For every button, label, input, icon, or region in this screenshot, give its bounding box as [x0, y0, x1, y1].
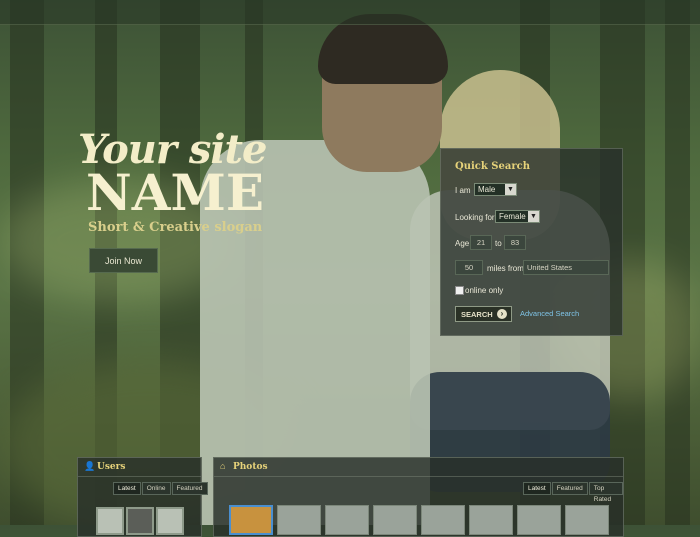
arrow-right-circle-icon: › [497, 309, 507, 319]
online-only-label: online only [465, 286, 504, 295]
i-am-value: Male [478, 185, 496, 194]
quick-search-panel: Quick Search I am Male ▼ Looking for Fem… [440, 148, 623, 336]
user-icon: 👤 [84, 461, 96, 471]
miles-from-label: miles from [487, 264, 524, 273]
i-am-select[interactable]: Male ▼ [474, 183, 517, 196]
site-name: NAME [86, 163, 264, 222]
online-only-checkbox[interactable] [455, 286, 464, 295]
photo-thumbnail[interactable] [229, 505, 273, 535]
search-button[interactable]: SEARCH › [455, 306, 512, 322]
looking-for-label: Looking for [455, 213, 495, 222]
home-icon: ⌂ [220, 461, 226, 471]
photos-tab-featured[interactable]: Featured [551, 482, 588, 495]
users-tab-latest[interactable]: Latest [113, 482, 141, 495]
looking-for-value: Female [499, 212, 526, 221]
user-thumbnail[interactable] [126, 507, 154, 535]
users-tab-featured[interactable]: Featured [171, 482, 208, 495]
age-to-input[interactable]: 83 [504, 235, 526, 250]
age-from-input[interactable]: 21 [470, 235, 492, 250]
photos-tab-latest[interactable]: Latest [523, 482, 551, 495]
search-button-label: SEARCH [461, 310, 493, 319]
advanced-search-link[interactable]: Advanced Search [520, 309, 579, 318]
photos-panel-title: Photos [233, 462, 268, 472]
chevron-down-icon: ▼ [505, 184, 516, 195]
users-tabs: Latest Online Featured [113, 482, 208, 495]
photo-thumbnail[interactable] [565, 505, 609, 535]
chevron-down-icon: ▼ [528, 211, 539, 222]
photos-panel: ⌂ Photos Latest Featured Top Rated [213, 457, 624, 537]
photos-tabs: Latest Featured Top Rated [523, 482, 623, 503]
miles-input[interactable]: 50 [455, 260, 483, 275]
user-thumbnail[interactable] [96, 507, 124, 535]
quick-search-title: Quick Search [455, 161, 530, 172]
country-input[interactable]: United States [523, 260, 609, 275]
photo-thumbnail[interactable] [325, 505, 369, 535]
users-panel-title: Users [97, 462, 126, 472]
age-label: Age [455, 239, 470, 248]
looking-for-select[interactable]: Female ▼ [495, 210, 540, 223]
photos-tab-top-rated[interactable]: Top Rated [588, 482, 623, 503]
users-panel-header: 👤 Users [78, 458, 201, 477]
user-thumbnail[interactable] [156, 507, 184, 535]
site-branding: Your site NAME Short & Creative slogan [78, 128, 267, 236]
i-am-label: I am [455, 186, 471, 195]
photo-thumbnail[interactable] [373, 505, 417, 535]
users-tab-online[interactable]: Online [141, 482, 171, 495]
top-nav-bar [0, 0, 700, 25]
age-to-label: to [495, 239, 502, 248]
photo-thumbnail[interactable] [421, 505, 465, 535]
photo-thumbnail[interactable] [517, 505, 561, 535]
photo-thumbnail[interactable] [469, 505, 513, 535]
site-slogan: Short & Creative slogan [88, 220, 263, 235]
photo-thumbnail[interactable] [277, 505, 321, 535]
photos-panel-header: ⌂ Photos [214, 458, 623, 477]
join-now-button[interactable]: Join Now [89, 248, 158, 273]
